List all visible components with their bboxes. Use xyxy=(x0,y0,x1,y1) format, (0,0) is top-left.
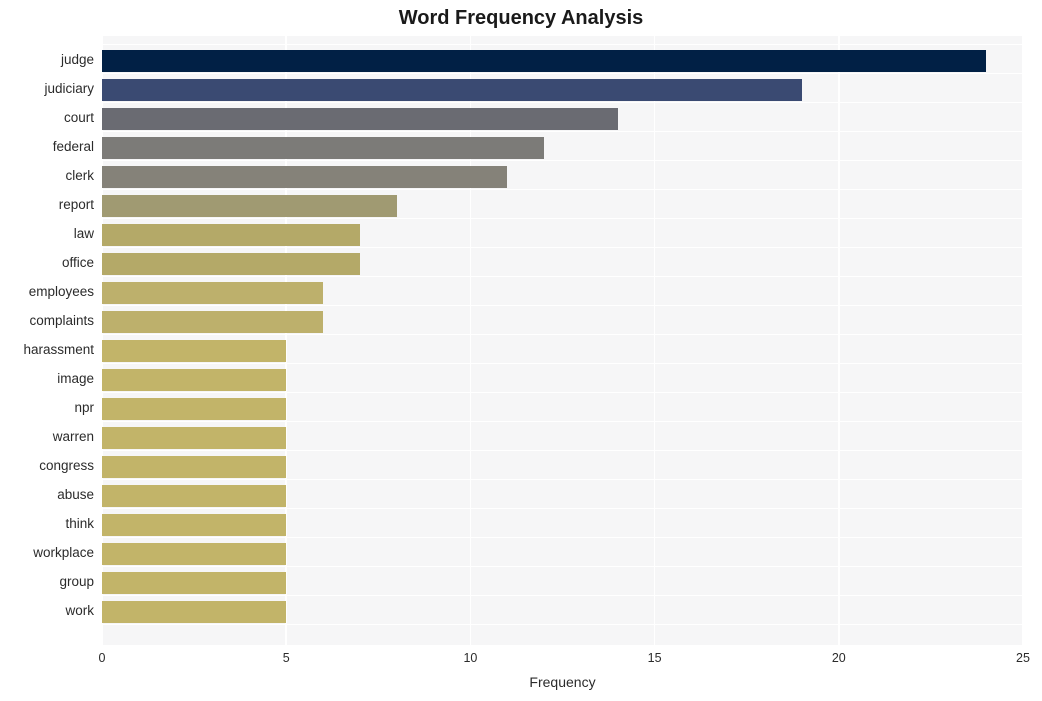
gridline-horizontal xyxy=(102,130,1023,133)
y-axis-tick-label: federal xyxy=(52,139,94,154)
x-axis-tick-label: 10 xyxy=(463,651,478,665)
bar xyxy=(102,427,287,449)
gridline-horizontal xyxy=(102,507,1023,510)
bar xyxy=(102,543,287,565)
gridline-horizontal xyxy=(102,420,1023,423)
y-axis-tick-label: clerk xyxy=(65,168,94,183)
y-axis-tick-label: npr xyxy=(74,400,94,415)
x-axis-tick-label: 15 xyxy=(647,651,662,665)
gridline-vertical xyxy=(838,36,840,645)
gridline-horizontal xyxy=(102,536,1023,539)
gridline-horizontal xyxy=(102,333,1023,336)
y-axis-tick-label: judge xyxy=(60,52,94,67)
y-axis-tick-label: employees xyxy=(28,284,94,299)
y-axis-tick-label: warren xyxy=(52,429,94,444)
bar xyxy=(102,282,324,304)
bar xyxy=(102,369,287,391)
y-axis-tick-label: judiciary xyxy=(44,81,94,96)
bar xyxy=(102,572,287,594)
gridline-horizontal xyxy=(102,478,1023,481)
x-axis-tick-label: 5 xyxy=(282,651,290,665)
y-axis-tick-label: court xyxy=(63,110,94,125)
bar xyxy=(102,253,360,275)
y-axis-tick-label: law xyxy=(73,226,94,241)
gridline-horizontal xyxy=(102,43,1023,46)
bar xyxy=(102,195,397,217)
bar xyxy=(102,50,987,72)
bar xyxy=(102,137,545,159)
gridline-horizontal xyxy=(102,101,1023,104)
x-axis-tick-label: 0 xyxy=(98,651,106,665)
y-axis-tick-label: work xyxy=(65,603,94,618)
bar xyxy=(102,166,508,188)
bar xyxy=(102,514,287,536)
gridline-horizontal xyxy=(102,565,1023,568)
y-axis-tick-label: think xyxy=(65,516,94,531)
gridline-horizontal xyxy=(102,217,1023,220)
bar xyxy=(102,398,287,420)
gridline-horizontal xyxy=(102,623,1023,626)
gridline-horizontal xyxy=(102,275,1023,278)
word-frequency-chart: Word Frequency Analysis judge judiciary co… xyxy=(0,0,1042,701)
x-axis-title: Frequency xyxy=(529,674,596,690)
y-axis-tick-label: harassment xyxy=(23,342,94,357)
gridline-horizontal xyxy=(102,304,1023,307)
bar xyxy=(102,340,287,362)
y-axis-tick-label: image xyxy=(57,371,94,386)
bar xyxy=(102,311,324,333)
y-axis-tick-label: complaints xyxy=(29,313,94,328)
bar xyxy=(102,108,618,130)
gridline-horizontal xyxy=(102,594,1023,597)
y-axis-tick-label: congress xyxy=(39,458,94,473)
gridline-horizontal xyxy=(102,246,1023,249)
bar xyxy=(102,224,360,246)
x-axis-tick-label: 20 xyxy=(831,651,846,665)
bar xyxy=(102,79,802,101)
gridline-horizontal xyxy=(102,391,1023,394)
gridline-horizontal xyxy=(102,449,1023,452)
gridline-horizontal xyxy=(102,188,1023,191)
y-axis-tick-label: abuse xyxy=(57,487,94,502)
bar xyxy=(102,601,287,623)
gridline-horizontal xyxy=(102,362,1023,365)
gridline-horizontal xyxy=(102,159,1023,162)
x-axis-tick-label: 25 xyxy=(1016,651,1030,665)
y-axis-tick-label: report xyxy=(58,197,94,212)
y-axis-tick-label: office xyxy=(61,255,94,270)
gridline-vertical xyxy=(653,36,656,645)
gridline-vertical xyxy=(1022,36,1023,645)
y-axis-tick-label: group xyxy=(59,574,94,589)
plot-area xyxy=(102,36,1023,645)
y-axis-tick-label: workplace xyxy=(33,545,94,560)
gridline-horizontal xyxy=(102,72,1023,75)
bar xyxy=(102,456,287,478)
bar xyxy=(102,485,287,507)
chart-title: Word Frequency Analysis xyxy=(398,7,644,29)
